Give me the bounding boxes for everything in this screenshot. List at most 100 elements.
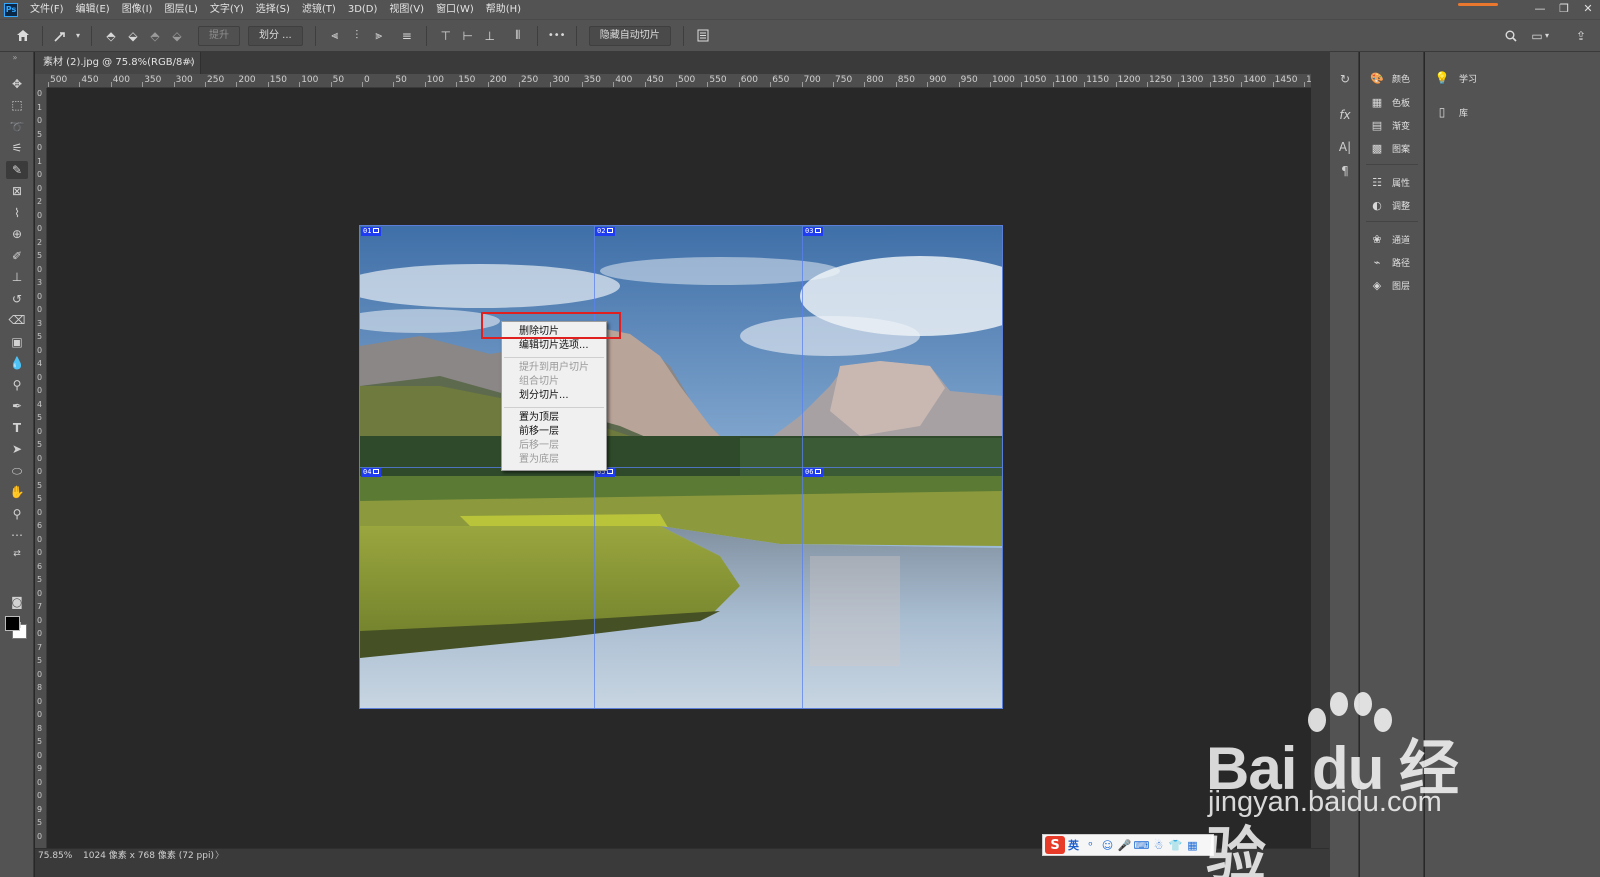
foreground-color-swatch[interactable] [5,616,20,631]
menu-file[interactable]: 文件(F) [24,0,70,19]
brush-tool-icon[interactable]: ✐ [6,247,28,265]
dodge-tool-icon[interactable]: ⚲ [6,376,28,394]
skin-icon[interactable]: ☃ [1150,839,1167,852]
horizontal-ruler[interactable]: 500 450 400 350 300 250 200 150 100 50 0 50 100 150 20… [47,74,1311,88]
microphone-icon[interactable]: 🎤 [1116,839,1133,852]
document-image[interactable]: 01 02 03 04 05 06 [359,225,1003,709]
menu-window[interactable]: 窗口(W) [430,0,480,19]
menu-item-divide-slice[interactable]: 划分切片... [502,389,606,403]
slice-badge-04[interactable]: 04 [361,468,382,477]
panel-swatches[interactable]: ▦ 色板 [1360,92,1424,112]
menu-layer[interactable]: 图层(L) [158,0,203,19]
restore-button[interactable]: ❐ [1552,0,1576,19]
healing-brush-tool-icon[interactable]: ⊕ [6,225,28,243]
bring-to-front-icon[interactable]: ⬘ [100,25,122,47]
bring-forward-icon[interactable]: ⬙ [122,25,144,47]
menu-filter[interactable]: 滤镜(T) [296,0,342,19]
punctuation-icon[interactable]: ᵒ [1082,839,1099,852]
chevron-down-icon[interactable]: ▾ [73,25,83,47]
send-backward-icon[interactable]: ⬘ [144,25,166,47]
magic-wand-tool-icon[interactable]: ⚟ [6,139,28,157]
align-top-icon[interactable]: ⊤ [435,25,457,47]
distribute-horizontal-icon[interactable]: ≡ [396,25,418,47]
character-icon[interactable]: A| [1334,136,1356,158]
more-options-icon[interactable]: ••• [546,25,568,47]
slice-options-icon[interactable] [692,25,714,47]
gradient-tool-icon[interactable]: ▣ [6,333,28,351]
paragraph-icon[interactable]: ¶ [1334,160,1356,182]
frame-tool-icon[interactable]: ⊠ [6,182,28,200]
history-icon[interactable]: ↻ [1334,68,1356,90]
clone-stamp-tool-icon[interactable]: ⊥ [6,268,28,286]
home-icon[interactable] [12,25,34,47]
align-bottom-icon[interactable]: ⊥ [479,25,501,47]
panel-channels[interactable]: ❀ 通道 [1360,229,1424,249]
fx-icon[interactable]: fx [1334,104,1356,126]
history-brush-tool-icon[interactable]: ↺ [6,290,28,308]
close-icon[interactable]: × [186,52,194,74]
marquee-tool-icon[interactable]: ⬚ [6,96,28,114]
menu-help[interactable]: 帮助(H) [480,0,527,19]
menu-item-bring-forward[interactable]: 前移一层 [502,425,606,439]
close-button[interactable]: ✕ [1576,0,1600,19]
chevron-right-icon[interactable]: 〉 [215,849,224,863]
blur-tool-icon[interactable]: 💧 [6,354,28,372]
slice-select-tool-icon[interactable] [51,25,73,47]
slice-badge-01[interactable]: 01 [361,227,382,236]
move-tool-icon[interactable]: ✥ [6,75,28,93]
slice-tool-icon[interactable]: ✎ [6,161,28,179]
minimize-button[interactable]: — [1528,0,1552,19]
keyboard-icon[interactable]: ⌨ [1133,839,1150,852]
sogou-logo-icon[interactable]: S [1045,836,1065,854]
slice-badge-02[interactable]: 02 [595,227,616,236]
swap-colors-icon[interactable]: ⇄ [6,548,28,560]
zoom-tool-icon[interactable]: ⚲ [6,505,28,523]
search-icon[interactable] [1500,25,1522,47]
panel-paths[interactable]: ⌁ 路径 [1360,252,1424,272]
share-icon[interactable]: ⇪ [1570,25,1592,47]
vertical-ruler[interactable]: 0105010020025030035040045050055060065070… [35,88,47,848]
menu-type[interactable]: 文字(Y) [204,0,250,19]
zoom-level[interactable]: 75.85% [38,849,72,863]
chevron-down-icon[interactable]: ▾ [1542,25,1552,47]
menu-3d[interactable]: 3D(D) [342,0,384,19]
shape-tool-icon[interactable]: ⬭ [6,462,28,480]
send-to-back-icon[interactable]: ⬙ [166,25,188,47]
panel-libraries[interactable]: ▯ 库 [1425,100,1600,124]
divide-button[interactable]: 划分 ... [248,25,303,46]
menu-select[interactable]: 选择(S) [250,0,296,19]
type-tool-icon[interactable]: T [6,419,28,437]
pen-tool-icon[interactable]: ✒ [6,397,28,415]
collapse-toolbar-icon[interactable]: » [4,52,26,62]
hand-tool-icon[interactable]: ✋ [6,483,28,501]
panel-layers[interactable]: ◈ 图层 [1360,275,1424,295]
hide-auto-slices-button[interactable]: 隐藏自动切片 [588,25,671,46]
menu-image[interactable]: 图像(I) [116,0,159,19]
edit-toolbar-icon[interactable]: ⋯ [6,526,28,544]
distribute-vertical-icon[interactable]: ⦀ [507,25,529,47]
lasso-tool-icon[interactable]: ➰ [6,118,28,136]
panel-patterns[interactable]: ▩ 图案 [1360,138,1424,158]
menu-view[interactable]: 视图(V) [383,0,430,19]
panel-adjustments[interactable]: ◐ 调整 [1360,195,1424,215]
shirt-icon[interactable]: 👕 [1167,839,1184,852]
slice-badge-06[interactable]: 06 [803,468,824,477]
path-selection-tool-icon[interactable]: ➤ [6,440,28,458]
document-tab[interactable]: 素材 (2).jpg @ 75.8%(RGB/8#) * × [35,52,201,90]
align-center-icon[interactable]: ⫶ [346,25,368,47]
panel-properties[interactable]: ☷ 属性 [1360,172,1424,192]
align-right-icon[interactable]: ⫸ [368,25,390,47]
align-middle-icon[interactable]: ⊢ [457,25,479,47]
quick-mask-icon[interactable]: ◙ [6,593,28,611]
panel-learn[interactable]: 💡 学习 [1425,66,1600,90]
slice-badge-03[interactable]: 03 [803,227,824,236]
eraser-tool-icon[interactable]: ⌫ [6,311,28,329]
panel-color[interactable]: 🎨 颜色 [1360,68,1424,88]
panel-gradients[interactable]: ▤ 渐变 [1360,115,1424,135]
toolbox-icon[interactable]: ▦ [1184,839,1201,852]
promote-button[interactable]: 提升 [198,25,240,46]
ime-language-toggle[interactable]: 英 [1065,837,1082,853]
eyedropper-tool-icon[interactable]: ⌇ [6,204,28,222]
menu-edit[interactable]: 编辑(E) [70,0,116,19]
menu-item-bring-to-front[interactable]: 置为顶层 [502,411,606,425]
